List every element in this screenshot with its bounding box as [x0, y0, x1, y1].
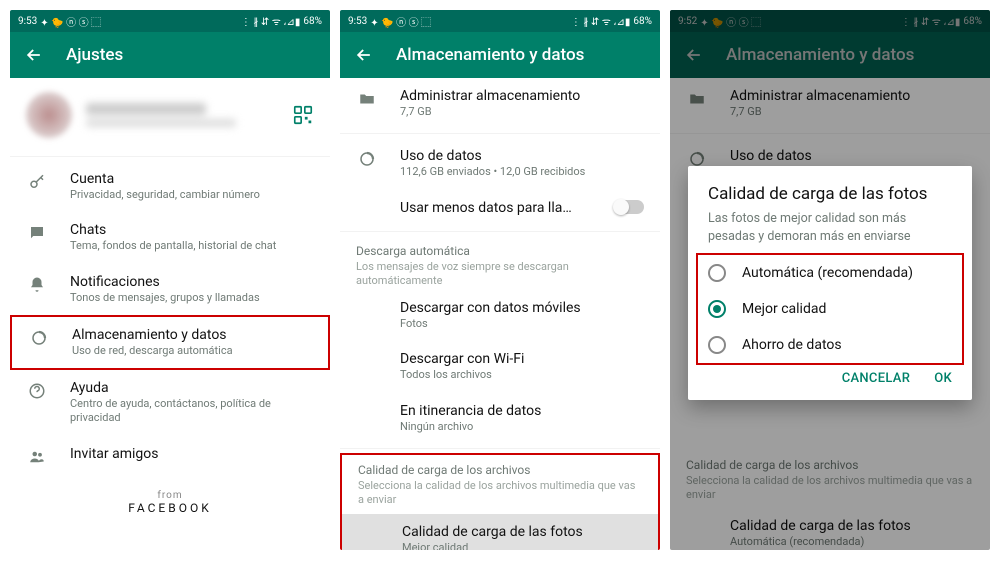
settings-item-account[interactable]: CuentaPrivacidad, seguridad, cambiar núm… — [10, 161, 330, 212]
settings-item-invite[interactable]: Invitar amigos — [10, 436, 330, 476]
settings-item-chats[interactable]: ChatsTema, fondos de pantalla, historial… — [10, 212, 330, 263]
key-icon — [26, 173, 48, 191]
app-bar: Almacenamiento y datos — [340, 32, 660, 78]
photo-quality-item[interactable]: Calidad de carga de las fotosMejor calid… — [342, 514, 658, 550]
manage-storage-item[interactable]: Administrar almacenamiento7,7 GB — [340, 78, 660, 129]
radio-option-best[interactable]: Mejor calidad — [708, 291, 952, 327]
ok-button[interactable]: OK — [934, 371, 952, 386]
help-icon — [26, 382, 48, 400]
status-bar: 9:53✦ 🐤 ⓝ ⓢ ⬚ ⋮ ∦ ⇵ ᯤ ،⊿▮68% — [340, 10, 660, 32]
people-icon — [26, 448, 48, 466]
back-icon[interactable] — [354, 45, 374, 65]
page-title: Ajustes — [66, 45, 123, 65]
auto-download-sub: Los mensajes de voz siempre se descargan… — [340, 260, 660, 295]
quality-dialog: Calidad de carga de las fotos Las fotos … — [688, 166, 972, 400]
back-icon[interactable] — [24, 45, 44, 65]
upload-quality-header: Calidad de carga de los archivos — [342, 455, 658, 479]
radio-icon — [708, 264, 726, 282]
download-roaming-item[interactable]: En itinerancia de datosNingún archivo — [340, 393, 660, 444]
data-icon — [28, 329, 50, 347]
bell-icon — [26, 276, 48, 294]
radio-icon — [708, 336, 726, 354]
settings-item-help[interactable]: AyudaCentro de ayuda, contáctanos, polít… — [10, 370, 330, 436]
dialog-title: Calidad de carga de las fotos — [708, 184, 952, 204]
less-data-calls-item[interactable]: Usar menos datos para lla… — [340, 190, 660, 227]
qr-icon[interactable] — [292, 104, 314, 126]
cancel-button[interactable]: CANCELAR — [842, 371, 911, 386]
upload-quality-sub: Selecciona la calidad de los archivos mu… — [342, 479, 658, 514]
download-wifi-item[interactable]: Descargar con Wi-FiTodos los archivos — [340, 341, 660, 392]
from-label: from — [10, 490, 330, 501]
page-title: Almacenamiento y datos — [396, 45, 584, 65]
profile-row[interactable] — [10, 78, 330, 152]
auto-download-header: Descarga automática — [340, 236, 660, 260]
folder-icon — [356, 90, 378, 108]
status-bar: 9:53✦ 🐤 ⓝ ⓢ ⬚ ⋮ ∦ ⇵ ᯤ ،⊿▮68% — [10, 10, 330, 32]
toggle-switch[interactable] — [614, 200, 644, 214]
data-icon — [356, 150, 378, 168]
facebook-label: FACEBOOK — [10, 501, 330, 515]
settings-item-notifications[interactable]: NotificacionesTonos de mensajes, grupos … — [10, 264, 330, 315]
dialog-subtitle: Las fotos de mejor calidad son más pesad… — [708, 210, 952, 245]
download-mobile-item[interactable]: Descargar con datos móvilesFotos — [340, 294, 660, 341]
data-usage-item[interactable]: Uso de datos112,6 GB enviados • 12,0 GB … — [340, 138, 660, 189]
app-bar: Ajustes — [10, 32, 330, 78]
radio-icon — [708, 300, 726, 318]
chat-icon — [26, 224, 48, 242]
radio-option-auto[interactable]: Automática (recomendada) — [708, 255, 952, 291]
avatar — [26, 92, 72, 138]
settings-item-storage[interactable]: Almacenamiento y datosUso de red, descar… — [10, 315, 330, 370]
radio-option-saver[interactable]: Ahorro de datos — [708, 327, 952, 363]
